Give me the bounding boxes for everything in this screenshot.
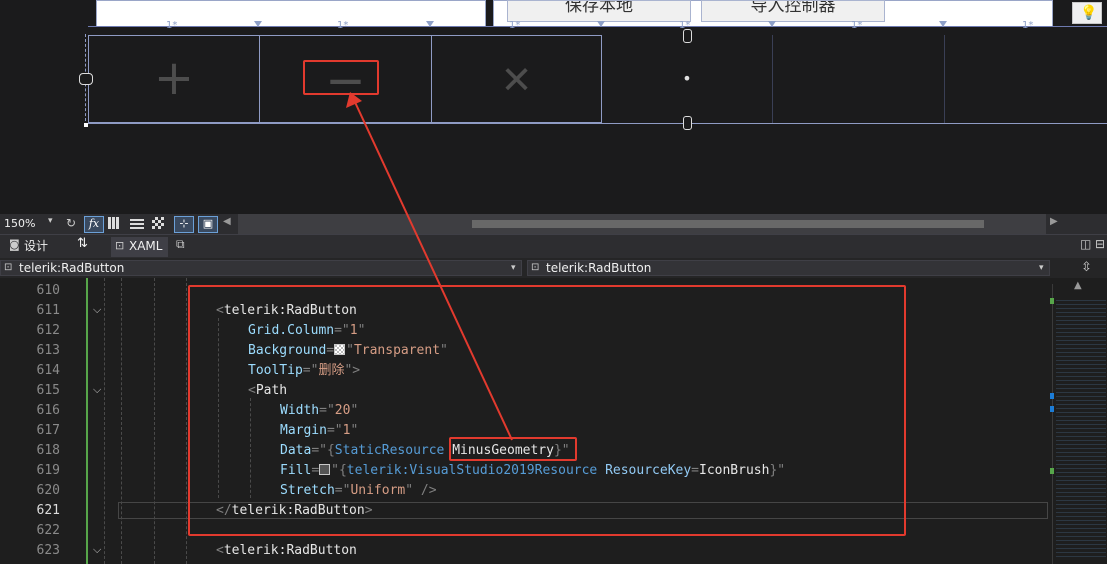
annotation-arrow-icon (346, 92, 513, 441)
code-minimap[interactable]: ▲ (1050, 278, 1107, 564)
minimap-preview[interactable] (1056, 298, 1106, 560)
scroll-up-icon[interactable]: ▲ (1074, 280, 1082, 291)
